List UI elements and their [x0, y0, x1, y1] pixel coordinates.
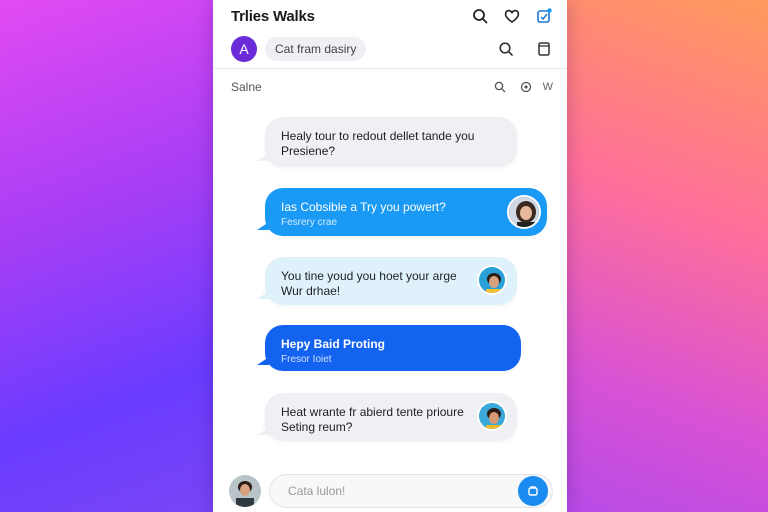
settings-icon[interactable] [517, 78, 535, 96]
section-label: Salne [231, 80, 262, 94]
message-input-placeholder: Cata lulon! [288, 484, 346, 498]
message-text: You tine youd you hoet your arge [281, 269, 457, 283]
avatar[interactable]: A [231, 36, 257, 62]
message-bubble[interactable]: Hepy Baid Proting Fresor Ioiet [257, 325, 521, 371]
message-text-2: Wur drhae! [281, 284, 341, 298]
heart-icon[interactable] [503, 7, 521, 25]
search-icon[interactable] [491, 78, 509, 96]
message-list: Healy tour to redout dellet tande you Pr… [213, 105, 567, 465]
message-text: Heat wrante fr abierd tente prioure [281, 405, 464, 419]
contact-avatar[interactable] [507, 195, 541, 229]
section-tag[interactable]: W [543, 81, 553, 93]
search-icon[interactable] [497, 40, 515, 58]
send-icon [528, 486, 538, 496]
message-bubble[interactable]: Ias Cobsible a Try you powert? Fesrery c… [257, 188, 547, 236]
section-row: Salne W [213, 69, 567, 105]
notification-icon[interactable] [535, 7, 553, 25]
message-composer: Cata lulon! [213, 470, 567, 512]
contact-avatar[interactable] [477, 401, 507, 431]
background-left [0, 0, 230, 512]
contact-avatar[interactable] [477, 265, 507, 295]
sub-header: A Cat fram dasiry [213, 32, 567, 66]
section-actions: W [491, 78, 553, 96]
user-avatar[interactable] [229, 475, 261, 507]
message-text: Hepy Baid Proting [281, 337, 386, 351]
message-text: Ias Cobsible a Try you powert? [281, 200, 446, 214]
background-right [538, 0, 768, 512]
bookmark-icon[interactable] [535, 40, 553, 58]
message-bubble[interactable]: Healy tour to redout dellet tande you Pr… [257, 117, 517, 167]
send-button[interactable] [518, 476, 548, 506]
message-text-2: Presiene? [281, 144, 336, 158]
app-header: Trlies Walks [213, 0, 567, 32]
header-actions [471, 7, 553, 25]
chat-window: Trlies Walks A Cat fram dasiry Salne W H… [213, 0, 567, 512]
search-icon[interactable] [471, 7, 489, 25]
filter-chip[interactable]: Cat fram dasiry [265, 37, 367, 61]
app-title: Trlies Walks [231, 7, 315, 25]
message-subtext: Fesrery crae [281, 217, 338, 228]
message-text-2: Seting reum? [281, 420, 353, 434]
message-subtext: Fresor Ioiet [281, 354, 332, 365]
message-text: Healy tour to redout dellet tande you [281, 129, 475, 143]
message-input[interactable]: Cata lulon! [269, 474, 553, 508]
